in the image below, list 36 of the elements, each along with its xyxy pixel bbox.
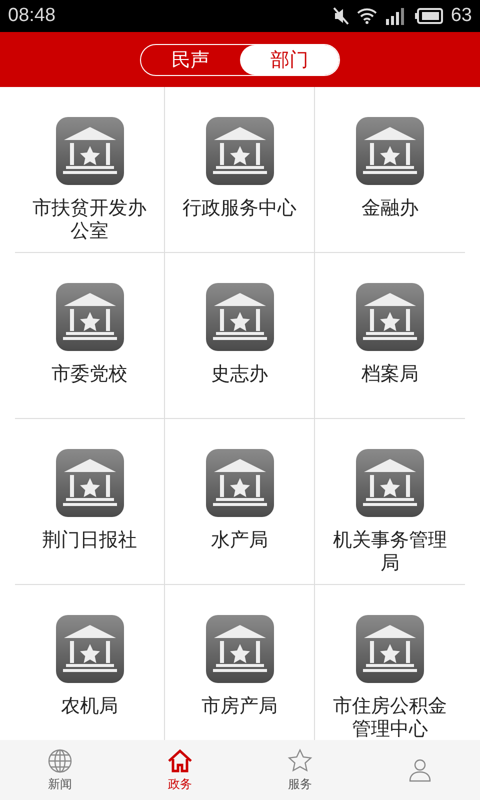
department-item[interactable]: 水产局 (165, 419, 315, 585)
mute-icon (332, 7, 349, 25)
department-name: 金融办 (360, 197, 420, 220)
department-name: 荆门日报社 (41, 529, 138, 552)
department-name: 市扶贫开发办公室 (32, 197, 148, 243)
signal-icon (384, 7, 407, 25)
star-icon (287, 748, 313, 774)
globe-icon (47, 748, 73, 774)
nav-tab[interactable]: 服务 (240, 740, 360, 800)
department-name: 市住房公积金管理中心 (332, 695, 448, 740)
department-name: 市委党校 (50, 363, 128, 386)
segment-tab[interactable]: 民声 (141, 44, 240, 74)
department-item[interactable]: 机关事务管理局 (315, 419, 465, 585)
battery-icon (414, 8, 443, 24)
department-name: 水产局 (210, 529, 269, 552)
nav-tab[interactable]: 新闻 (0, 740, 120, 800)
segment-tab[interactable]: 部门 (240, 44, 339, 74)
department-name: 机关事务管理局 (332, 529, 448, 575)
home-icon (167, 748, 193, 774)
department-item[interactable]: 市委党校 (15, 253, 165, 419)
department-name: 档案局 (360, 363, 420, 386)
department-item[interactable]: 荆门日报社 (15, 419, 165, 585)
person-icon (407, 757, 433, 783)
department-item[interactable]: 市扶贫开发办公室 (15, 87, 165, 253)
department-item[interactable]: 史志办 (165, 253, 315, 419)
department-item[interactable]: 金融办 (315, 87, 465, 253)
wifi-icon (356, 8, 377, 24)
department-name: 市房产局 (200, 695, 278, 718)
department-item[interactable]: 档案局 (315, 253, 465, 419)
department-name: 行政服务中心 (182, 197, 298, 220)
battery-level: 63 (450, 5, 472, 27)
department-item[interactable]: 行政服务中心 (165, 87, 315, 253)
department-name: 农机局 (60, 695, 119, 718)
clock: 08:48 (8, 5, 56, 27)
nav-tab[interactable]: 政务 (120, 740, 240, 800)
department-name: 史志办 (210, 363, 269, 386)
